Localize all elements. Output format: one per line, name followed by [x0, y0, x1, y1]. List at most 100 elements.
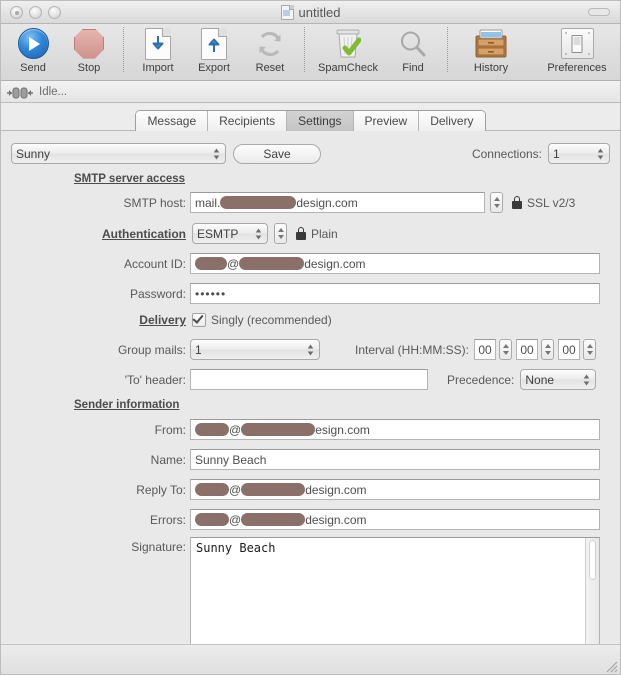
magnifier-icon: [398, 26, 428, 61]
from-label: From:: [154, 422, 186, 437]
spamcheck-button[interactable]: SpamCheck: [311, 24, 385, 81]
refresh-cycle-icon: [255, 26, 285, 61]
tab-message[interactable]: Message: [136, 111, 209, 131]
interval-label: Interval (HH:MM:SS):: [355, 342, 470, 357]
to-header-input[interactable]: [190, 369, 428, 390]
smtp-host-input[interactable]: mail. design.com: [190, 192, 485, 213]
import-button[interactable]: Import: [130, 24, 186, 81]
singly-label: Singly (recommended): [211, 313, 332, 327]
status-text: Idle...: [39, 85, 68, 98]
trash-checkmark-icon: [335, 26, 362, 61]
profile-select[interactable]: Sunny: [11, 143, 226, 164]
from-at: @: [229, 422, 242, 437]
toolbar-toggle-button[interactable]: [588, 8, 610, 16]
chevron-updown-icon: [255, 228, 262, 239]
singly-checkbox[interactable]: [192, 312, 206, 327]
minimize-button[interactable]: [29, 6, 42, 19]
smtp-host-stepper[interactable]: [490, 192, 503, 213]
redacted-text: [241, 513, 306, 526]
authentication-stepper[interactable]: [274, 223, 287, 244]
sender-section-heading: Sender information: [74, 399, 180, 411]
tab-preview[interactable]: Preview: [353, 111, 420, 131]
password-input[interactable]: ••••••: [190, 283, 600, 304]
page-download-arrow-icon: [145, 26, 171, 61]
account-id-input[interactable]: @ design.com: [190, 253, 600, 274]
redacted-text: [195, 423, 229, 436]
preferences-button-label: Preferences: [547, 62, 607, 74]
stop-button[interactable]: Stop: [61, 24, 117, 81]
account-id-label: Account ID:: [123, 256, 186, 271]
tab-bar: Message Recipients Settings Preview Deli…: [1, 103, 620, 131]
interval-minutes-stepper[interactable]: [541, 339, 555, 360]
tab-settings[interactable]: Settings: [287, 111, 354, 131]
smtp-host-prefix: mail.: [195, 195, 221, 210]
ssl-label: SSL v2/3: [527, 195, 576, 210]
smtp-section-heading: SMTP server access: [74, 173, 186, 185]
delivery-label: Delivery: [139, 313, 186, 327]
light-switch-icon: [560, 26, 594, 61]
authentication-method-value: ESMTP: [197, 226, 239, 241]
lock-icon: [296, 227, 306, 240]
import-button-label: Import: [142, 62, 174, 74]
precedence-select[interactable]: None: [520, 369, 597, 390]
group-mails-value: 1: [195, 342, 202, 357]
window-title: untitled: [298, 4, 341, 20]
reply-to-input[interactable]: @ design.com: [190, 479, 600, 500]
name-label: Name:: [150, 452, 186, 467]
errors-input[interactable]: @ design.com: [190, 509, 600, 530]
name-input[interactable]: Sunny Beach: [190, 449, 600, 470]
signature-scroll-thumb[interactable]: [589, 540, 596, 580]
export-button[interactable]: Export: [186, 24, 242, 81]
account-id-suffix: design.com: [304, 256, 366, 271]
group-mails-select[interactable]: 1: [190, 339, 320, 360]
profile-select-value: Sunny: [16, 146, 51, 161]
document-icon: [280, 4, 294, 20]
errors-suffix: design.com: [305, 512, 367, 527]
account-id-at: @: [227, 256, 240, 271]
interval-minutes-input[interactable]: 00: [516, 339, 539, 360]
redacted-text: [195, 513, 229, 526]
redacted-text: [241, 423, 316, 436]
redacted-text: [239, 257, 305, 270]
send-button-label: Send: [20, 62, 46, 74]
send-button[interactable]: Send: [5, 24, 61, 81]
close-button[interactable]: [10, 6, 23, 19]
signature-textarea[interactable]: Sunny Beach: [190, 537, 600, 647]
file-drawer-icon: [474, 26, 508, 61]
smtp-host-suffix: design.com: [296, 195, 358, 210]
authentication-method-select[interactable]: ESMTP: [192, 223, 268, 244]
redacted-text: [220, 196, 297, 209]
save-button[interactable]: Save: [233, 144, 321, 164]
window-title-group: untitled: [1, 1, 620, 23]
to-header-label: 'To' header:: [124, 372, 186, 387]
precedence-value: None: [525, 372, 555, 387]
authentication-label: Authentication: [102, 226, 186, 241]
redacted-text: [195, 257, 227, 270]
tab-recipients[interactable]: Recipients: [208, 111, 288, 131]
reset-button[interactable]: Reset: [242, 24, 298, 81]
reset-button-label: Reset: [255, 62, 285, 74]
connections-label: Connections:: [471, 146, 542, 161]
stop-button-label: Stop: [77, 62, 101, 74]
spamcheck-button-label: SpamCheck: [318, 62, 378, 74]
history-button[interactable]: History: [454, 24, 528, 81]
tab-delivery[interactable]: Delivery: [419, 111, 485, 131]
settings-panel: Sunny Save Connections: 1 SMTP server ac…: [1, 131, 620, 647]
zoom-button[interactable]: [48, 6, 61, 19]
connections-stepper[interactable]: 1: [548, 143, 610, 164]
signature-scrollbar[interactable]: [585, 538, 599, 646]
application-window: untitled Send Stop Import Export Reset S…: [0, 0, 621, 675]
network-plug-icon: [7, 86, 33, 98]
interval-hours-stepper[interactable]: [499, 339, 513, 360]
from-input[interactable]: @ esign.com: [190, 419, 600, 440]
find-button[interactable]: Find: [385, 24, 441, 81]
interval-hours-input[interactable]: 00: [474, 339, 497, 360]
play-circle-icon: [17, 26, 49, 61]
resize-grip-icon[interactable]: [604, 659, 618, 673]
preferences-button[interactable]: Preferences: [540, 24, 614, 75]
reply-to-at: @: [229, 482, 242, 497]
interval-seconds-input[interactable]: 00: [558, 339, 581, 360]
chevron-updown-icon: [213, 148, 220, 159]
status-bar: Idle...: [1, 81, 620, 103]
interval-seconds-stepper[interactable]: [583, 339, 597, 360]
